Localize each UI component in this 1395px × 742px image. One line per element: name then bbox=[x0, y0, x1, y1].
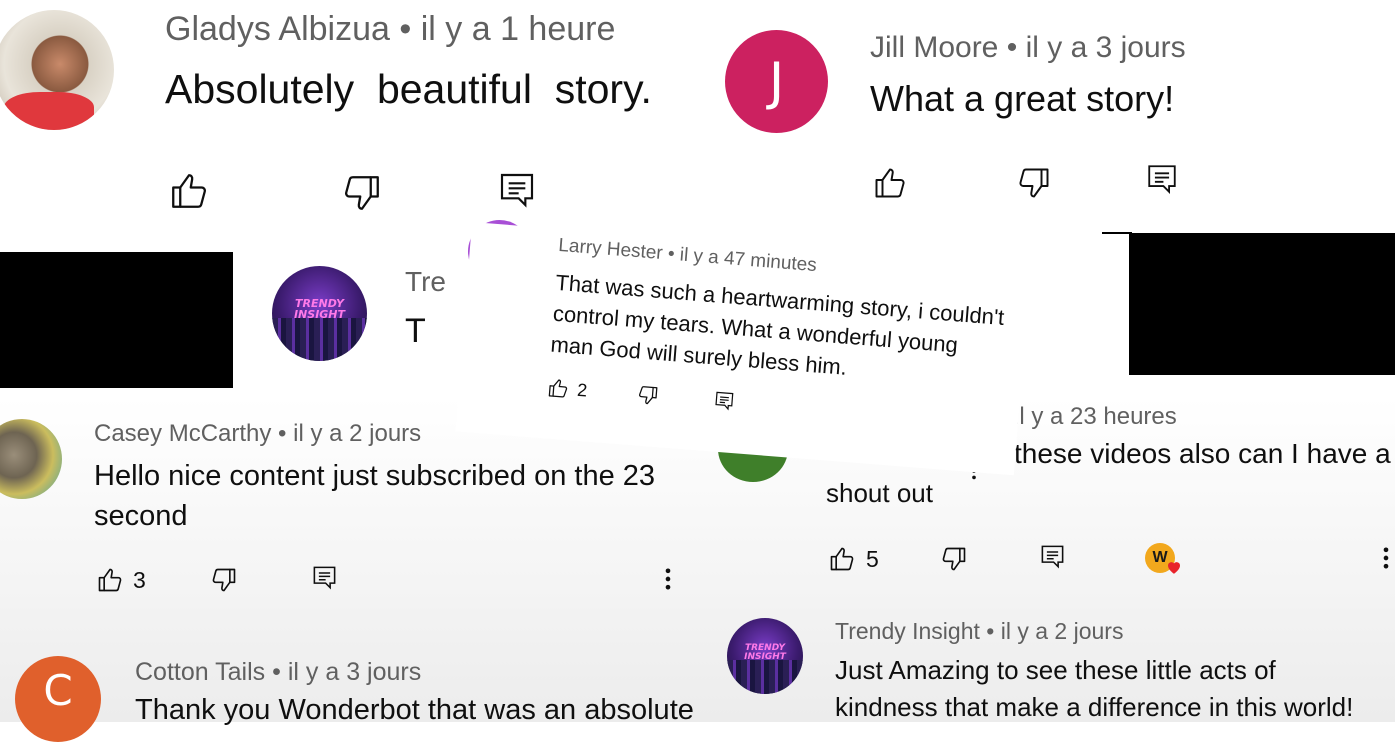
separator: • bbox=[667, 243, 676, 265]
avatar-photo-shirt bbox=[4, 92, 94, 130]
comment-text-line: kindness that make a difference in this … bbox=[835, 692, 1354, 722]
separator: • bbox=[986, 618, 995, 644]
divider bbox=[1102, 232, 1132, 234]
like-button[interactable] bbox=[546, 376, 570, 400]
comment-header: Cotton Tails • il y a 3 jours bbox=[135, 658, 421, 687]
comment-text: T bbox=[405, 312, 426, 350]
avatar[interactable]: TRENDY INSIGHT bbox=[272, 266, 367, 361]
comment-text: Hello nice content just subscribed on th… bbox=[94, 456, 655, 536]
comment-text-line: Just Amazing to see these little acts of bbox=[835, 655, 1276, 685]
thumb-up-icon bbox=[828, 545, 856, 573]
creator-heart-badge: W bbox=[1145, 543, 1187, 579]
comment-text: What a great story! bbox=[870, 78, 1175, 119]
avatar-logo-text: TRENDY INSIGHT bbox=[293, 297, 346, 322]
more-vert-icon bbox=[657, 565, 679, 593]
comment-text: That was such a heartwarming story, i co… bbox=[549, 267, 1006, 395]
dislike-button[interactable] bbox=[636, 384, 660, 408]
reply-icon bbox=[497, 170, 537, 210]
reply-button[interactable] bbox=[1039, 543, 1066, 570]
comment-text: Thank you Wonderbot that was an absolute bbox=[135, 694, 694, 726]
author-name[interactable]: Jill Moore bbox=[870, 31, 998, 64]
comment-text-line: second bbox=[94, 500, 188, 532]
like-button[interactable] bbox=[168, 170, 210, 212]
avatar[interactable]: J bbox=[725, 30, 828, 133]
dislike-button[interactable] bbox=[341, 172, 383, 214]
author-name[interactable]: Gladys Albizua bbox=[165, 10, 390, 48]
comment-card: Larry Hester • il y a 47 minutes That wa… bbox=[455, 222, 1031, 476]
like-count: 5 bbox=[866, 546, 879, 572]
timestamp[interactable]: il y a 23 heures bbox=[1014, 403, 1177, 431]
reply-icon bbox=[713, 390, 736, 413]
timestamp[interactable]: il y a 47 minutes bbox=[679, 244, 818, 276]
timestamp[interactable]: il y a 3 jours bbox=[288, 658, 421, 686]
comment-text-line: Hello nice content just subscribed on th… bbox=[94, 460, 656, 492]
reply-icon bbox=[1039, 543, 1066, 570]
timestamp[interactable]: il y a 1 heure bbox=[421, 10, 616, 48]
reply-icon bbox=[311, 564, 338, 591]
thumb-down-icon bbox=[940, 545, 968, 573]
timestamp[interactable]: il y a 2 jours bbox=[1001, 618, 1124, 644]
avatar[interactable] bbox=[0, 10, 114, 130]
comment-header: Jill Moore • il y a 3 jours bbox=[870, 31, 1186, 65]
like-button[interactable] bbox=[872, 165, 908, 201]
more-vert-icon bbox=[1378, 544, 1394, 572]
comment-text: Just Amazing to see these little acts of… bbox=[835, 652, 1353, 726]
avatar-letter: J bbox=[768, 51, 785, 112]
thumb-down-icon bbox=[636, 384, 660, 408]
comment-text-line: shout out bbox=[826, 478, 933, 504]
avatar-city-graphic bbox=[272, 318, 367, 361]
thumb-up-icon bbox=[546, 376, 570, 400]
comment-header: Casey McCarthy • il y a 2 jours bbox=[94, 420, 421, 448]
avatar[interactable]: C bbox=[15, 656, 101, 742]
author-name[interactable]: Cotton Tails bbox=[135, 658, 265, 686]
dislike-button[interactable] bbox=[210, 566, 238, 594]
dislike-button[interactable] bbox=[1016, 165, 1052, 201]
like-button[interactable] bbox=[828, 545, 856, 573]
timestamp[interactable]: il y a 3 jours bbox=[1026, 31, 1186, 64]
author-name[interactable]: Trendy Insight bbox=[835, 618, 980, 644]
thumb-down-icon bbox=[341, 172, 383, 214]
dislike-button[interactable] bbox=[940, 545, 968, 573]
redaction-block-right bbox=[1129, 233, 1395, 375]
author-name[interactable]: Larry Hester bbox=[558, 235, 664, 264]
comment-header: Trendy Insight • il y a 2 jours bbox=[835, 618, 1123, 645]
comment-text: Absolutely beautiful story. bbox=[165, 66, 652, 112]
like-button[interactable] bbox=[96, 566, 124, 594]
thumb-down-icon bbox=[210, 566, 238, 594]
thumb-up-icon bbox=[872, 165, 908, 201]
separator: • bbox=[272, 658, 281, 686]
thumb-up-icon bbox=[96, 566, 124, 594]
avatar[interactable]: TRENDY INSIGHT bbox=[727, 618, 803, 694]
reply-button[interactable] bbox=[311, 564, 338, 591]
reply-button[interactable] bbox=[497, 170, 537, 210]
separator: • bbox=[278, 420, 287, 447]
reply-icon bbox=[1145, 162, 1179, 196]
thumb-down-icon bbox=[1016, 165, 1052, 201]
redaction-block-left bbox=[0, 252, 233, 388]
reply-button[interactable] bbox=[1145, 162, 1179, 196]
author-name[interactable]: Tre bbox=[405, 266, 446, 298]
separator: • bbox=[399, 10, 412, 48]
more-options-button[interactable] bbox=[657, 565, 679, 593]
thumb-up-icon bbox=[168, 170, 210, 212]
separator: • bbox=[1006, 31, 1018, 64]
like-count: 3 bbox=[133, 567, 146, 593]
avatar-logo-text: TRENDY INSIGHT bbox=[744, 642, 786, 662]
author-name[interactable]: Casey McCarthy bbox=[94, 420, 271, 447]
more-options-button[interactable] bbox=[1378, 544, 1394, 572]
reply-button[interactable] bbox=[713, 390, 736, 413]
avatar-city-graphic bbox=[727, 659, 803, 694]
avatar[interactable] bbox=[0, 419, 62, 499]
comment-text-line: these videos also can I have a bbox=[1014, 438, 1391, 469]
timestamp[interactable]: il y a 2 jours bbox=[293, 420, 421, 447]
avatar-letter: C bbox=[43, 665, 73, 715]
like-count: 2 bbox=[576, 379, 588, 401]
heart-icon bbox=[1165, 558, 1183, 576]
comment-header: Gladys Albizua • il y a 1 heure bbox=[165, 10, 615, 49]
